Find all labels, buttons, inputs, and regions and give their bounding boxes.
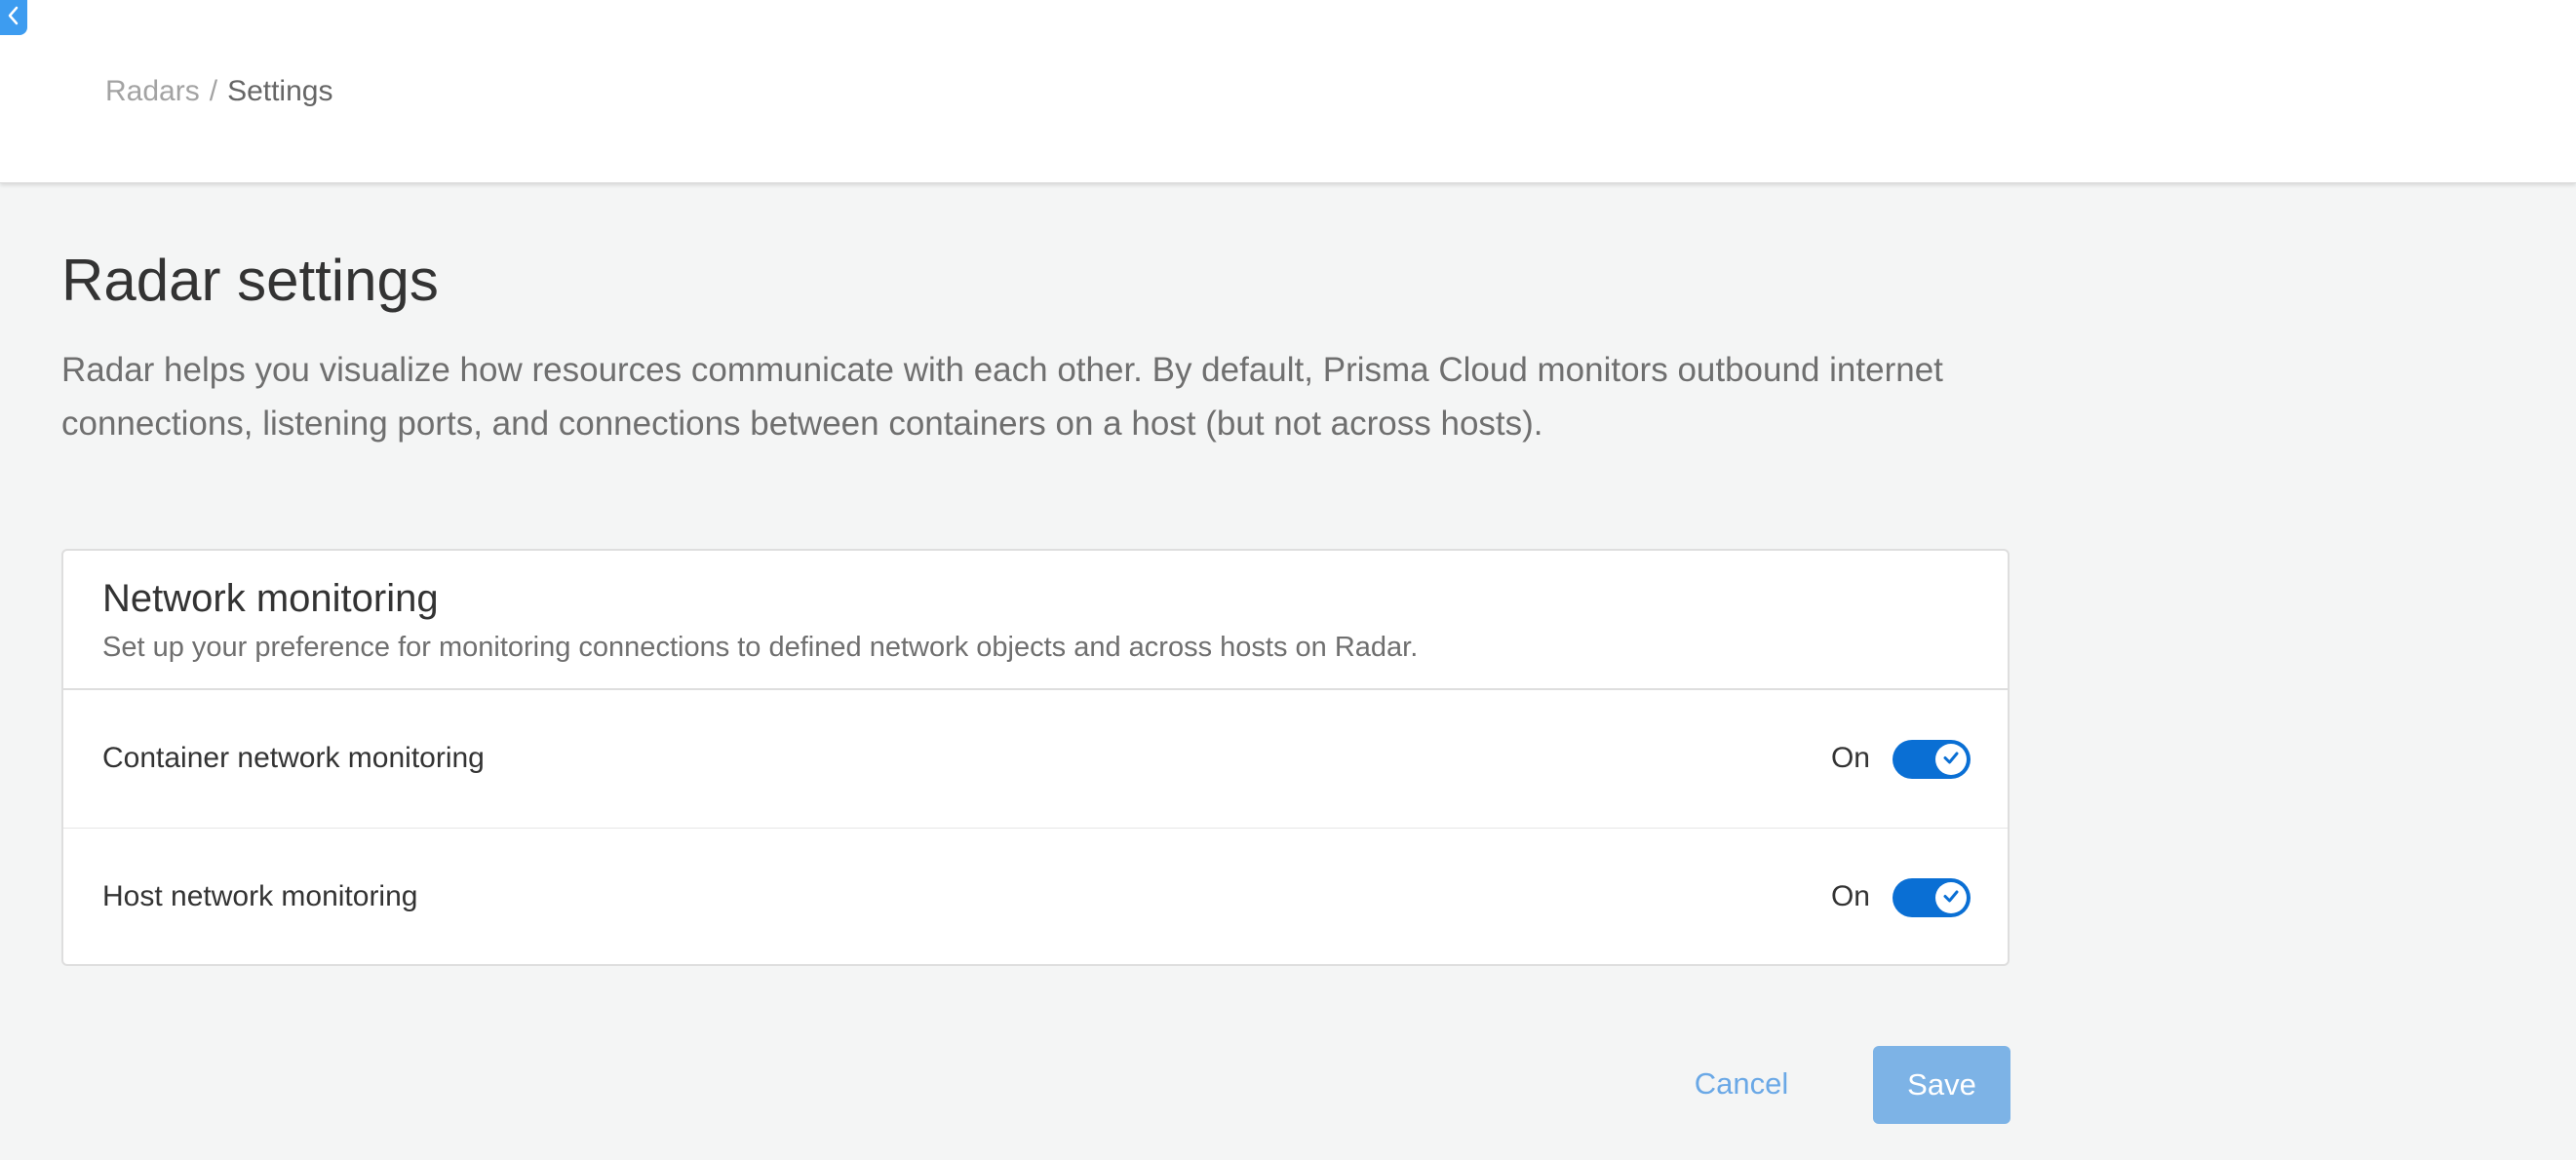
card-title: Network monitoring bbox=[102, 577, 439, 620]
page-title: Radar settings bbox=[61, 248, 439, 313]
save-button[interactable]: Save bbox=[1873, 1046, 2010, 1124]
cancel-button[interactable]: Cancel bbox=[1677, 1045, 1806, 1123]
container-network-monitoring-row: Container network monitoring On bbox=[63, 690, 2008, 829]
host-network-monitoring-state: On bbox=[1830, 880, 1870, 912]
container-network-monitoring-toggle[interactable] bbox=[1893, 740, 1971, 779]
page-description: Radar helps you visualize how resources … bbox=[61, 351, 1943, 443]
host-network-monitoring-row: Host network monitoring On bbox=[63, 829, 2008, 967]
container-network-monitoring-label: Container network monitoring bbox=[102, 742, 485, 774]
toggle-knob bbox=[1935, 882, 1967, 913]
container-network-monitoring-state: On bbox=[1830, 742, 1870, 774]
network-monitoring-card: Network monitoring Set up your preferenc… bbox=[61, 549, 2010, 966]
host-network-monitoring-label: Host network monitoring bbox=[102, 880, 418, 912]
card-header: Network monitoring Set up your preferenc… bbox=[63, 551, 2008, 690]
top-header: Radars / Settings bbox=[0, 0, 2576, 183]
check-icon bbox=[1940, 885, 1962, 911]
collapse-button[interactable] bbox=[0, 0, 27, 35]
toggle-knob bbox=[1935, 744, 1967, 775]
chevron-left-icon bbox=[6, 5, 21, 31]
breadcrumb-current: Settings bbox=[227, 75, 333, 107]
breadcrumb-separator: / bbox=[209, 75, 218, 107]
check-icon bbox=[1940, 747, 1962, 773]
card-subtitle: Set up your preference for monitoring co… bbox=[102, 632, 1419, 663]
breadcrumb-radars-link[interactable]: Radars bbox=[105, 75, 200, 107]
host-network-monitoring-toggle[interactable] bbox=[1893, 878, 1971, 917]
breadcrumb: Radars / Settings bbox=[105, 72, 332, 111]
